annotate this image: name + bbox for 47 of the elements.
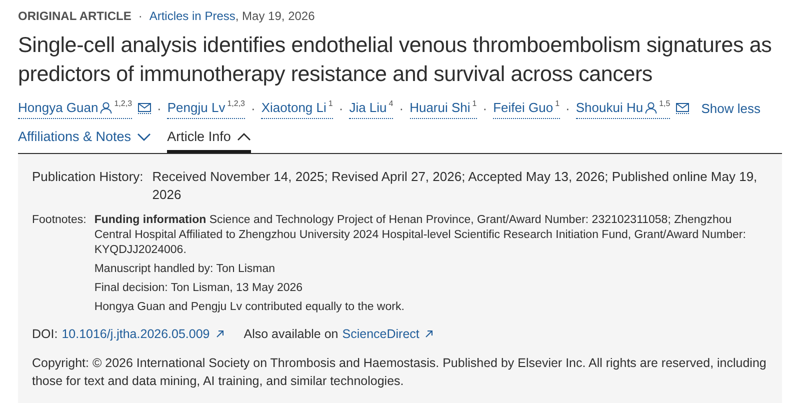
external-link-icon <box>425 330 434 338</box>
show-less-link[interactable]: Show less <box>701 98 760 118</box>
footnote: Funding information Science and Technology Project of Henan Province, Grant/Award Number: 232102311058; Zhengzhou Central Hospital Affiliated to Zhengzhou University 2024 Hospital-level Scientific Research Initiation Fund, Grant/Award Number: KYQDJJ2024006. <box>94 212 747 258</box>
affiliation-number: 1 <box>328 98 333 110</box>
affiliation-number: 1,5 <box>659 98 670 110</box>
person-icon <box>645 102 658 114</box>
doi-link[interactable]: 10.1016/j.jtha.2026.05.009 <box>62 324 224 344</box>
chevron-up-icon <box>236 132 251 141</box>
separator-dot: · <box>399 100 404 118</box>
author-link[interactable]: Hongya Guan <box>18 98 98 118</box>
author-link[interactable]: Pengju Lv <box>167 98 226 118</box>
affiliation-number: 1,2,3 <box>227 98 245 110</box>
publication-history: Received November 14, 2025; Revised April 27, 2026; Accepted May 13, 2026; Published online May 19, 2026 <box>152 168 758 204</box>
article-type: ORIGINAL ARTICLE <box>18 8 132 25</box>
email-icon[interactable] <box>676 102 690 114</box>
field-label: Also available on <box>244 326 338 343</box>
field-label: DOI: <box>32 326 58 343</box>
field-label: Footnotes: <box>32 212 86 228</box>
separator-dot: · <box>251 100 256 118</box>
author-link[interactable]: Xiaotong Li <box>261 98 326 118</box>
affiliation-number: 1,2,3 <box>114 98 132 110</box>
footnote: Final decision: Ton Lisman, 13 May 2026 <box>94 280 304 296</box>
author-link[interactable]: Jia Liu <box>349 98 387 118</box>
email-icon[interactable] <box>138 102 152 114</box>
affiliation-number: 1 <box>472 98 477 110</box>
source-link[interactable]: Articles in Press <box>149 7 236 25</box>
separator-dot: · <box>138 8 142 25</box>
tab[interactable]: Affiliations & Notes <box>18 126 152 153</box>
separator-dot: · <box>338 100 344 118</box>
author-link[interactable]: Shoukui Hu <box>576 98 644 118</box>
footnote: Manuscript handled by: Ton Lisman <box>94 262 276 277</box>
sciencedirect-link[interactable]: ScienceDirect <box>342 324 434 344</box>
publication-date: , May 19, 2026 <box>235 8 315 25</box>
footnote: Hongya Guan and Pengju Lv contributed equally to the work. <box>94 300 406 315</box>
external-link-icon <box>216 330 224 338</box>
affiliation-number: 1 <box>555 98 560 110</box>
chevron-down-icon <box>137 132 152 141</box>
separator-dot: · <box>157 100 162 118</box>
field-label: Publication History: <box>32 168 144 186</box>
affiliation-number: 4 <box>388 98 394 110</box>
copyright-notice: Copyright: © 2026 International Society on Thrombosis and Haemostasis. Published by Elsevier Inc. All rights are reserved, including those for text and data mining, AI training, and similar technologies. <box>32 354 768 390</box>
separator-dot: · <box>566 100 570 118</box>
author-link[interactable]: Huarui Shi <box>410 98 470 118</box>
separator-dot: · <box>482 100 488 118</box>
person-icon <box>100 102 112 114</box>
article-title: Single-cell analysis identifies endothelial venous thromboembolism signatures as predictors of immunotherapy resistance and survival across cancers <box>18 32 773 88</box>
author-link[interactable]: Feifei Guo <box>493 98 554 118</box>
